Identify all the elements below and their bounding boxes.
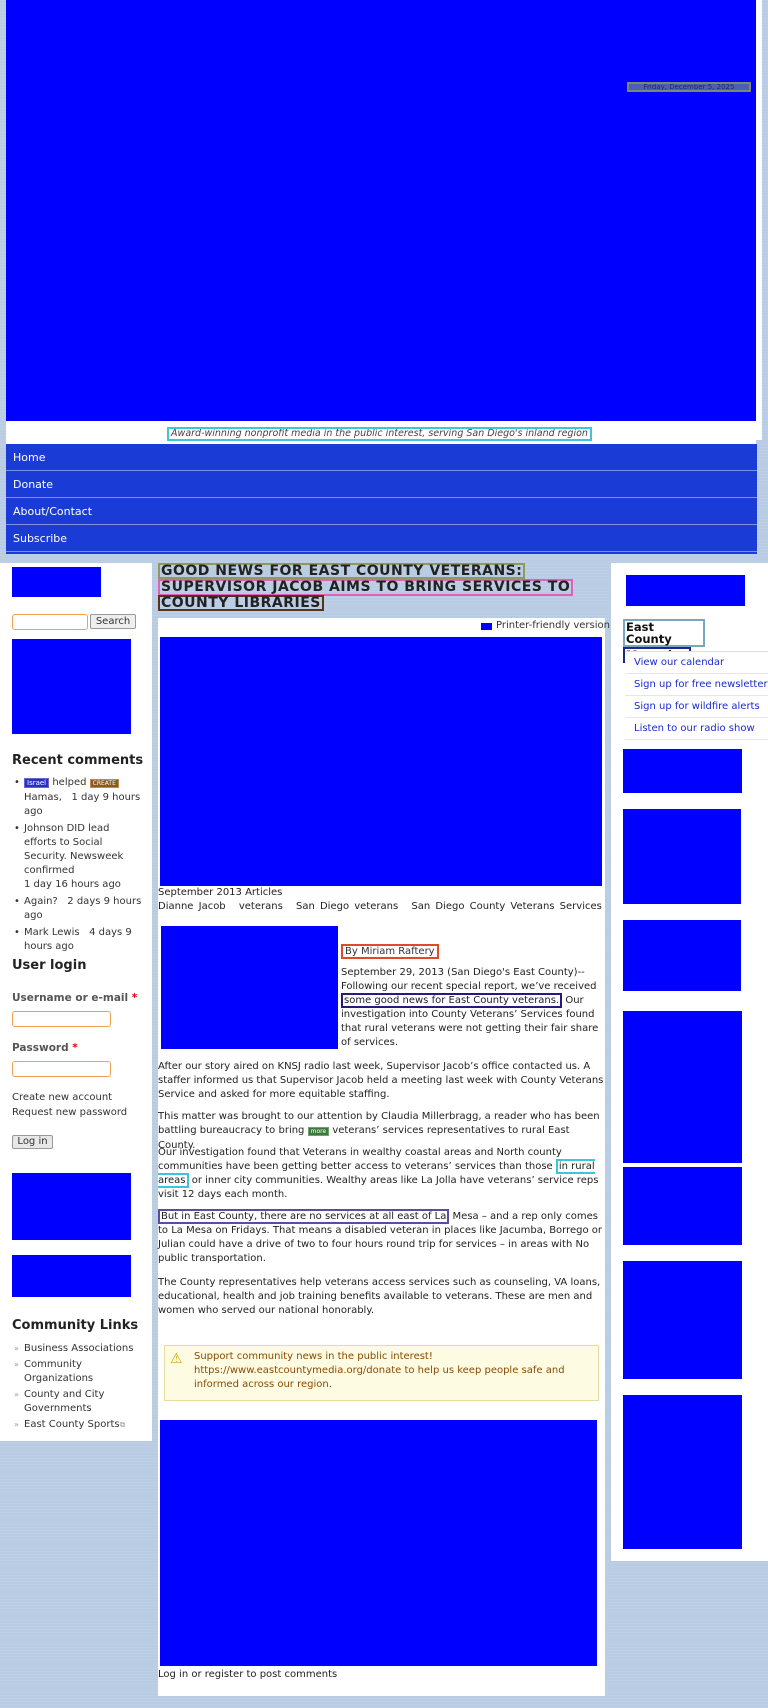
header-date: Friday, December 5, 2025 — [627, 82, 751, 92]
comment-text[interactable]: Hamas, — [24, 792, 62, 803]
printer-friendly-link[interactable]: Printer-friendly version — [496, 620, 610, 631]
list-item[interactable]: Community Organizations — [12, 1358, 142, 1386]
menu-item-radio-show[interactable]: Listen to our radio show — [625, 718, 768, 740]
inline-link[interactable]: some good news for East County veterans. — [341, 993, 563, 1008]
right-ad-image[interactable] — [623, 1395, 742, 1549]
required-mark: * — [72, 1042, 78, 1054]
right-ad-image[interactable] — [623, 920, 741, 991]
article-bottom-image[interactable] — [160, 1420, 597, 1666]
right-sidebar-logo[interactable] — [626, 575, 745, 606]
list-item[interactable]: Johnson DID lead efforts to Social Secur… — [12, 822, 142, 892]
article-paragraph: But in East County, there are no service… — [158, 1209, 603, 1264]
magazine-menu: View our calendar Sign up for free newsl… — [625, 651, 768, 740]
required-mark: * — [131, 992, 138, 1004]
left-ad-image[interactable] — [12, 1255, 131, 1297]
comment-link[interactable]: Mark Lewis — [24, 927, 80, 938]
main-nav: Home Donate About/Contact Subscribe — [6, 444, 757, 554]
article-category-link[interactable]: September 2013 Articles — [158, 887, 282, 898]
menu-item-wildfire-alerts[interactable]: Sign up for wildfire alerts — [625, 696, 768, 718]
tag-link[interactable]: Dianne Jacob — [158, 901, 226, 912]
article-paragraph: September 29, 2013 (San Diego's East Cou… — [341, 967, 599, 1048]
comment-time: 1 day 16 hours ago — [24, 879, 121, 890]
inline-highlight: But in East County, there are no service… — [158, 1209, 450, 1224]
donate-link[interactable]: https://www.eastcountymedia.org/donate t… — [194, 1364, 594, 1392]
left-sidebar-logo[interactable] — [12, 567, 101, 597]
printer-icon[interactable] — [481, 623, 492, 630]
article-tags: Dianne Jacob veterans San Diego veterans… — [158, 901, 610, 912]
page-edge — [756, 0, 762, 440]
nav-item-about-contact[interactable]: About/Contact — [6, 498, 757, 525]
comment-link[interactable]: Again? — [24, 896, 58, 907]
comment-text[interactable]: helped — [52, 777, 86, 788]
menu-item-newsletter[interactable]: Sign up for free newsletter — [625, 674, 768, 696]
warning-icon: ⚠ — [170, 1351, 183, 1367]
nav-item-subscribe[interactable]: Subscribe — [6, 525, 757, 552]
menu-item-calendar[interactable]: View our calendar — [625, 652, 768, 674]
nav-item-home[interactable]: Home — [6, 444, 757, 471]
recent-comments-heading: Recent comments — [12, 753, 144, 768]
right-ad-image[interactable] — [623, 749, 742, 793]
list-item[interactable]: Mark Lewis 4 days 9 hours ago — [12, 926, 142, 954]
right-ad-image[interactable] — [623, 1167, 742, 1245]
recent-comments-list: Israel helped CREATE Hamas, 1 day 9 hour… — [12, 776, 142, 957]
password-label: Password * — [12, 1042, 78, 1054]
comment-link[interactable]: Israel — [24, 778, 50, 788]
site-tagline: Award-winning nonprofit media in the pub… — [167, 427, 592, 441]
list-item[interactable]: East County Sports⧉ — [12, 1418, 142, 1432]
right-ad-image[interactable] — [623, 1261, 742, 1379]
tag-link[interactable]: San Diego veterans — [296, 901, 398, 912]
article-inline-image — [161, 926, 338, 1049]
nav-item-donate[interactable]: Donate — [6, 471, 757, 498]
community-links-list: Business Associations Community Organiza… — [12, 1342, 142, 1434]
username-field[interactable] — [12, 1011, 111, 1027]
list-item[interactable]: Israel helped CREATE Hamas, 1 day 9 hour… — [12, 776, 142, 819]
left-ad-image[interactable] — [12, 1173, 131, 1240]
user-login-heading: User login — [12, 958, 87, 973]
header-banner-image[interactable] — [6, 0, 756, 421]
create-account-link[interactable]: Create new account — [12, 1092, 112, 1103]
article-title: SUPERVISOR JACOB AIMS TO BRING SERVICES … — [158, 579, 574, 596]
left-ad-image[interactable] — [12, 639, 131, 734]
tag-link[interactable]: veterans — [239, 901, 283, 912]
donate-message: Support community news in the public int… — [194, 1350, 594, 1392]
list-item[interactable]: Again? 2 days 9 hours ago — [12, 895, 142, 923]
search-input[interactable] — [12, 614, 88, 630]
login-to-comment-link[interactable]: Log in or register to post comments — [158, 1669, 337, 1680]
article-byline: By Miriam Raftery — [341, 944, 439, 959]
login-button[interactable]: Log in — [12, 1135, 53, 1149]
article-paragraph: The County representatives help veterans… — [158, 1277, 601, 1316]
article-main-image — [160, 637, 602, 886]
article-paragraph: Our investigation found that Veterans in… — [158, 1147, 599, 1200]
username-label: Username or e-mail * — [12, 992, 138, 1004]
list-item[interactable]: Business Associations — [12, 1342, 142, 1356]
search-button[interactable]: Search — [90, 614, 136, 629]
inline-tag: more — [307, 1127, 330, 1136]
request-password-link[interactable]: Request new password — [12, 1107, 127, 1118]
community-links-heading: Community Links — [12, 1318, 139, 1333]
article-title: COUNTY LIBRARIES — [158, 595, 324, 611]
right-ad-image[interactable] — [623, 809, 741, 904]
external-link-icon: ⧉ — [119, 1420, 126, 1429]
article-paragraph: After our story aired on KNSJ radio last… — [158, 1061, 604, 1100]
tag-link[interactable]: San Diego County Veterans Services — [411, 901, 602, 912]
comment-tag: CREATE — [89, 779, 119, 788]
password-field[interactable] — [12, 1061, 111, 1077]
comment-link[interactable]: Johnson DID lead efforts to Social Secur… — [24, 823, 123, 876]
article-title: GOOD NEWS FOR EAST COUNTY VETERANS: — [158, 563, 526, 579]
right-ad-image[interactable] — [623, 1011, 742, 1163]
list-item[interactable]: County and City Governments — [12, 1388, 142, 1416]
